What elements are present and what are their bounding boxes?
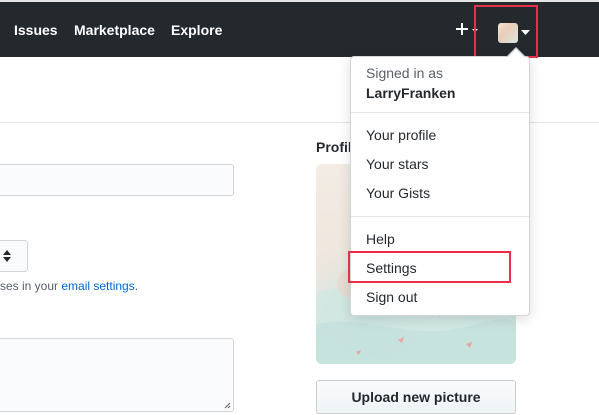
settings-highlight-box xyxy=(348,251,511,283)
nav-link-marketplace[interactable]: Marketplace xyxy=(74,21,155,39)
nav-link-explore[interactable]: Explore xyxy=(171,21,222,39)
upload-picture-button[interactable]: Upload new picture xyxy=(316,380,516,414)
helper-suffix: . xyxy=(134,279,139,293)
select-arrows-icon xyxy=(3,250,11,262)
user-avatar[interactable] xyxy=(498,23,518,43)
email-helper-text: ses in your email settings. xyxy=(0,279,138,293)
menu-item-your-profile[interactable]: Your profile xyxy=(366,126,436,144)
signed-in-label: Signed in as xyxy=(366,65,444,81)
signed-in-username: LarryFranken xyxy=(366,85,456,101)
caret-down-icon[interactable] xyxy=(521,30,530,36)
menu-item-sign-out[interactable]: Sign out xyxy=(366,288,417,306)
resize-handle-icon[interactable] xyxy=(224,402,231,409)
menu-caret-inner xyxy=(508,49,524,57)
name-input[interactable] xyxy=(0,164,234,196)
menu-item-your-stars[interactable]: Your stars xyxy=(366,155,429,173)
email-settings-link[interactable]: email settings xyxy=(61,279,134,293)
bio-textarea[interactable] xyxy=(0,338,234,412)
nav-link-issues[interactable]: Issues xyxy=(14,21,58,39)
public-email-select[interactable] xyxy=(0,240,28,272)
menu-item-your-gists[interactable]: Your Gists xyxy=(366,184,430,202)
helper-text: ses in your xyxy=(0,279,62,293)
menu-divider xyxy=(351,112,529,113)
menu-divider xyxy=(351,216,529,217)
profile-picture-title: Profil xyxy=(316,139,352,155)
menu-item-help[interactable]: Help xyxy=(366,230,395,248)
